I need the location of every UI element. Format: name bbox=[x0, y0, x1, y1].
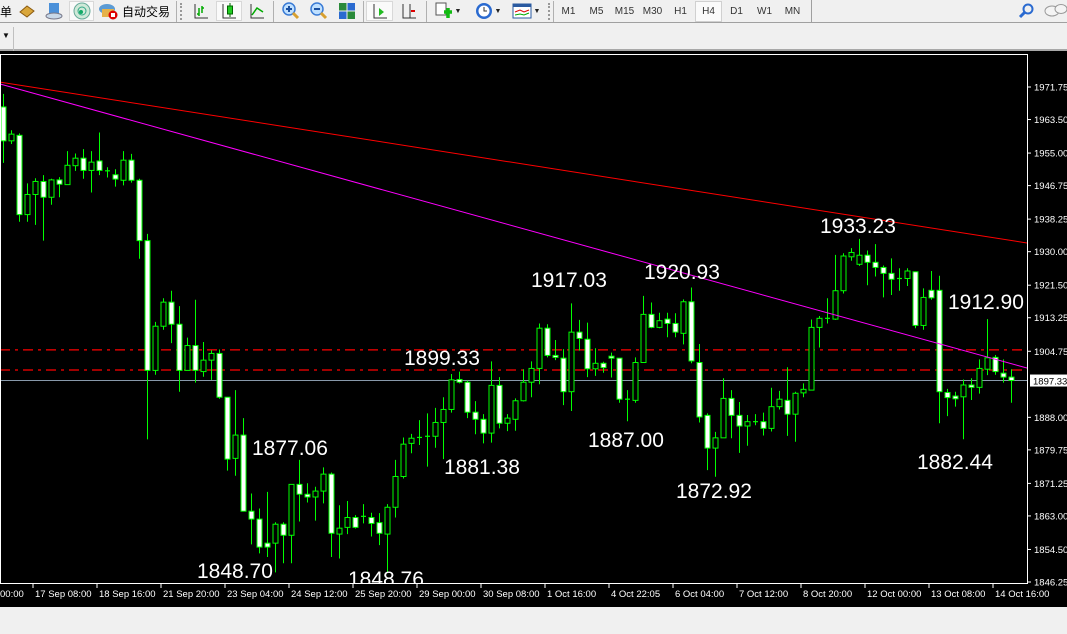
price-axis-label: 1971.75 bbox=[1034, 83, 1067, 94]
price-axis-label: 1879.75 bbox=[1034, 445, 1067, 456]
price-axis-label: 1938.25 bbox=[1034, 215, 1067, 226]
chat-button[interactable] bbox=[1043, 1, 1067, 21]
price-text-label[interactable]: 1877.06 bbox=[252, 438, 328, 460]
price-text-label[interactable]: 1887.00 bbox=[588, 430, 664, 452]
price-axis-label: 1871.25 bbox=[1034, 479, 1067, 490]
price-text-label[interactable]: 1881.38 bbox=[444, 457, 520, 479]
chat-icon bbox=[1044, 4, 1067, 17]
text-label-layer: 1933.23 1912.90 1920.93 1917.03 1899.33 … bbox=[0, 0, 1027, 634]
price-axis-label: 1930.00 bbox=[1034, 247, 1067, 258]
price-axis-label: 1913.25 bbox=[1034, 313, 1067, 324]
price-chart[interactable]: 1971.75 1963.50 1955.00 1946.75 1938.25 1930.… bbox=[0, 51, 1067, 607]
price-axis-label: 1904.75 bbox=[1034, 347, 1067, 358]
price-axis-label: 1955.00 bbox=[1034, 149, 1067, 160]
price-axis-label: 1921.50 bbox=[1034, 281, 1067, 292]
price-axis-label: 1963.50 bbox=[1034, 115, 1067, 126]
price-axis-label: 1863.00 bbox=[1034, 511, 1067, 522]
bid-price-label: 1897.33 bbox=[1033, 377, 1067, 388]
price-axis-label: 1946.75 bbox=[1034, 181, 1067, 192]
price-text-label[interactable]: 1882.44 bbox=[917, 452, 993, 474]
price-text-label[interactable]: 1912.90 bbox=[948, 292, 1024, 314]
price-text-label[interactable]: 1872.92 bbox=[676, 481, 752, 503]
price-text-label[interactable]: 1848.76 bbox=[348, 569, 424, 584]
price-text-label[interactable]: 1917.03 bbox=[531, 270, 607, 292]
price-text-label[interactable]: 1933.23 bbox=[820, 216, 896, 238]
price-axis-label: 1888.00 bbox=[1034, 413, 1067, 424]
price-text-label[interactable]: 1848.70 bbox=[197, 561, 273, 583]
price-text-label[interactable]: 1920.93 bbox=[644, 262, 720, 284]
price-axis-label: 1846.25 bbox=[1034, 578, 1067, 589]
price-axis-label: 1854.50 bbox=[1034, 545, 1067, 556]
price-text-label[interactable]: 1899.33 bbox=[404, 348, 480, 370]
